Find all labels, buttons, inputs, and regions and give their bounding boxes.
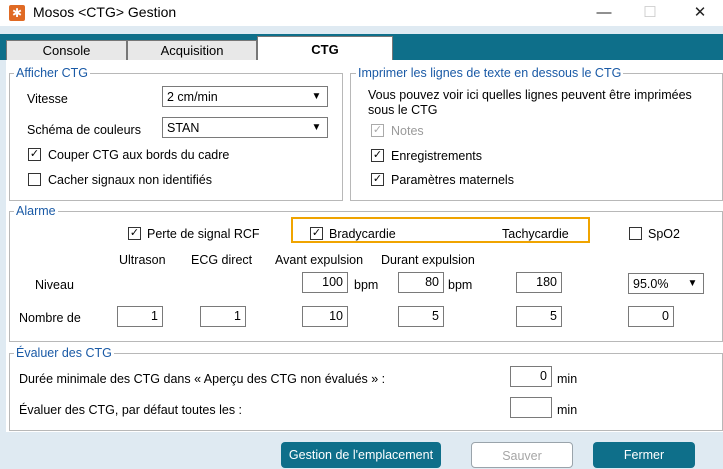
gestion-emplacement-button[interactable]: Gestion de l'emplacement [281, 442, 441, 468]
minimize-button[interactable]: — [581, 0, 627, 26]
schema-select[interactable]: STAN ▼ [162, 117, 328, 138]
brady-checkbox[interactable]: ✓ [310, 227, 323, 240]
duree-unit: min [557, 372, 578, 386]
tab-console[interactable]: Console [6, 40, 127, 60]
defaut-field[interactable] [510, 397, 552, 418]
gear-icon: ✱ [9, 5, 25, 21]
enregistrements-label: Enregistrements [391, 149, 483, 163]
niveau-tachy-field[interactable]: 180 [516, 272, 562, 293]
col-durant: Durant expulsion [381, 253, 475, 267]
nombre-brady-durant-field[interactable]: 5 [398, 306, 444, 327]
sauver-button[interactable]: Sauver [471, 442, 573, 468]
imprimer-desc-line1: Vous pouvez voir ici quelles lignes peuv… [368, 88, 692, 102]
niveau-brady-avant-field[interactable]: 100 [302, 272, 348, 293]
tachy-label: Tachycardie [502, 227, 569, 241]
nombre-brady-avant-field[interactable]: 10 [302, 306, 348, 327]
duree-label: Durée minimale des CTG dans « Aperçu des… [19, 372, 386, 386]
nombre-tachy-field[interactable]: 5 [516, 306, 562, 327]
alarme-legend: Alarme [14, 204, 58, 218]
duree-field[interactable]: 0 [510, 366, 552, 387]
niveau-brady-avant-unit: bpm [354, 278, 379, 292]
evaluer-legend: Évaluer des CTG [14, 346, 114, 360]
perte-label: Perte de signal RCF [147, 227, 260, 241]
evaluer-group [9, 353, 723, 431]
col-ultrason: Ultrason [119, 253, 166, 267]
cacher-label: Cacher signaux non identifiés [48, 173, 212, 187]
niveau-brady-durant-unit: bpm [448, 278, 473, 292]
parametres-checkbox[interactable]: ✓ [371, 173, 384, 186]
close-button[interactable]: ✕ [677, 0, 723, 26]
vitesse-select[interactable]: 2 cm/min ▼ [162, 86, 328, 107]
col-ecg: ECG direct [191, 253, 253, 267]
maximize-button[interactable]: ☐ [627, 0, 673, 26]
niveau-spo2-select[interactable]: 95.0% ▼ [628, 273, 704, 294]
defaut-unit: min [557, 403, 578, 417]
fermer-button[interactable]: Fermer [593, 442, 695, 468]
tab-ctg[interactable]: CTG [257, 36, 393, 62]
nombre-ecg-field[interactable]: 1 [200, 306, 246, 327]
spo2-label: SpO2 [648, 227, 680, 241]
chevron-down-icon: ▼ [311, 91, 322, 102]
nombre-spo2-field[interactable]: 0 [628, 306, 674, 327]
imprimer-desc-line2: sous le CTG [368, 103, 438, 117]
parametres-label: Paramètres maternels [391, 173, 514, 187]
chevron-down-icon: ▼ [311, 122, 322, 133]
tab-acquisition[interactable]: Acquisition [127, 40, 257, 60]
couper-checkbox[interactable]: ✓ [28, 148, 41, 161]
niveau-brady-durant-field[interactable]: 80 [398, 272, 444, 293]
col-avant: Avant expulsion [275, 253, 364, 267]
niveau-spo2-value: 95.0% [633, 277, 669, 291]
vitesse-value: 2 cm/min [167, 90, 218, 104]
vitesse-label: Vitesse [27, 92, 68, 106]
spo2-checkbox[interactable] [629, 227, 642, 240]
notes-label: Notes [391, 124, 424, 138]
schema-label: Schéma de couleurs [27, 123, 141, 137]
nombre-label: Nombre de [19, 311, 81, 325]
perte-checkbox[interactable]: ✓ [128, 227, 141, 240]
notes-checkbox[interactable]: ✓ [371, 124, 384, 137]
window-title: Mosos <CTG> Gestion [33, 4, 177, 20]
cacher-checkbox[interactable] [28, 173, 41, 186]
chevron-down-icon: ▼ [687, 278, 698, 289]
schema-value: STAN [167, 121, 200, 135]
imprimer-legend: Imprimer les lignes de texte en dessous … [356, 66, 624, 80]
nombre-ultrason-field[interactable]: 1 [117, 306, 163, 327]
niveau-label: Niveau [35, 278, 74, 292]
defaut-label: Évaluer des CTG, par défaut toutes les : [19, 403, 243, 417]
afficher-legend: Afficher CTG [14, 66, 91, 80]
enregistrements-checkbox[interactable]: ✓ [371, 149, 384, 162]
couper-label: Couper CTG aux bords du cadre [48, 148, 230, 162]
brady-label: Bradycardie [329, 227, 396, 241]
